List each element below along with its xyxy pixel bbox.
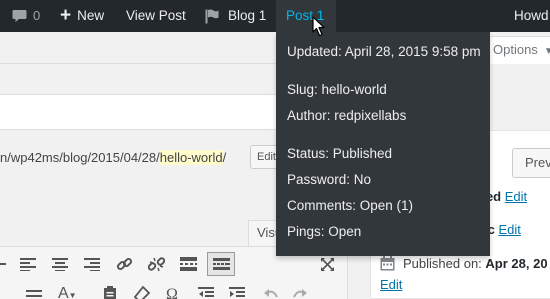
cursor-icon bbox=[312, 16, 325, 37]
redo-icon[interactable] bbox=[292, 287, 308, 299]
read-more-icon[interactable] bbox=[180, 257, 197, 271]
align-center-icon[interactable] bbox=[52, 257, 68, 271]
outdent-icon[interactable] bbox=[198, 287, 214, 299]
insert-link-icon[interactable] bbox=[116, 256, 133, 273]
toolbar-toggle-button[interactable] bbox=[207, 252, 235, 276]
published-edit-link[interactable]: Edit bbox=[380, 277, 402, 292]
preview-button[interactable]: Prev bbox=[512, 148, 550, 178]
admin-bar: 0 + New View Post Blog 1 Post 1 Howd bbox=[0, 0, 550, 32]
clear-formatting-icon[interactable] bbox=[134, 286, 150, 299]
dropdown-comments[interactable]: Comments: Open (1) bbox=[287, 198, 413, 213]
align-left-icon[interactable] bbox=[20, 257, 36, 271]
dropdown-slug[interactable]: Slug: hello-world bbox=[287, 82, 387, 97]
fullscreen-icon[interactable] bbox=[320, 257, 335, 272]
unlink-icon[interactable] bbox=[148, 256, 165, 273]
paste-text-icon[interactable] bbox=[103, 286, 117, 299]
admin-bar-comments[interactable]: 0 bbox=[12, 0, 40, 32]
visibility-edit-link[interactable]: Edit bbox=[498, 222, 520, 237]
flag-icon bbox=[205, 9, 219, 24]
dropdown-password[interactable]: Password: No bbox=[287, 172, 371, 187]
published-date: Apr 28, 20 bbox=[485, 256, 548, 271]
special-character-icon[interactable]: Ω bbox=[166, 286, 182, 299]
admin-bar-blog[interactable]: Blog 1 bbox=[205, 0, 266, 32]
comments-count: 0 bbox=[33, 8, 41, 23]
permalink-suffix: / bbox=[222, 150, 227, 165]
dropdown-updated[interactable]: Updated: April 28, 2015 9:58 pm bbox=[287, 44, 481, 59]
admin-bar-howdy[interactable]: Howd bbox=[514, 0, 549, 32]
new-label: New bbox=[77, 8, 105, 23]
screen-options-label: Options bbox=[493, 42, 538, 57]
svg-text:Ω: Ω bbox=[166, 286, 178, 299]
permalink-slug[interactable]: hello-world bbox=[159, 150, 223, 165]
admin-bar-new[interactable]: + New bbox=[60, 0, 104, 32]
blog-label: Blog 1 bbox=[228, 8, 267, 23]
dropdown-status[interactable]: Status: Published bbox=[287, 146, 392, 161]
chevron-down-icon: ▼ bbox=[543, 46, 550, 57]
dropdown-pings[interactable]: Pings: Open bbox=[287, 224, 361, 239]
dropdown-author[interactable]: Author: redpixellabs bbox=[287, 108, 406, 123]
post-info-dropdown: Updated: April 28, 2015 9:58 pm Slug: he… bbox=[276, 32, 490, 256]
plus-icon: + bbox=[60, 5, 72, 26]
status-edit-link[interactable]: Edit bbox=[505, 189, 527, 204]
indent-icon[interactable] bbox=[229, 287, 245, 299]
text-color-icon[interactable]: A▼ bbox=[58, 285, 77, 299]
published-label: Published on: bbox=[403, 256, 482, 271]
comment-bubble-icon bbox=[12, 10, 27, 23]
calendar-icon bbox=[380, 256, 395, 271]
admin-bar-view-post[interactable]: View Post bbox=[126, 0, 186, 32]
align-right-icon[interactable] bbox=[84, 257, 100, 271]
admin-bar-post[interactable]: Post 1 bbox=[276, 0, 336, 32]
bullet-list-icon[interactable] bbox=[0, 257, 6, 271]
permalink-prefix: n/wp42ms/blog/2015/04/28/ bbox=[0, 150, 160, 165]
keyboard-icon bbox=[213, 258, 230, 270]
horizontal-line-icon[interactable] bbox=[26, 288, 42, 299]
undo-icon[interactable] bbox=[263, 287, 279, 299]
published-edit-line: Edit bbox=[380, 277, 402, 292]
published-line: Published on: Apr 28, 20 bbox=[380, 256, 548, 271]
